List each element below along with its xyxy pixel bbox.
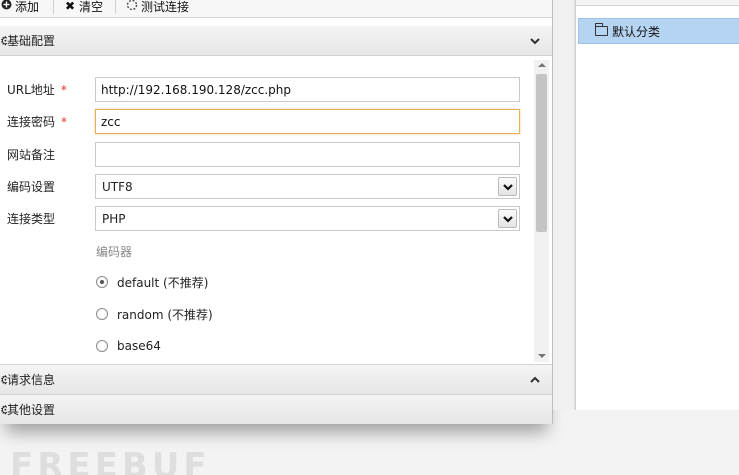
password-label: 连接密码 *	[7, 113, 67, 130]
toolbar-divider	[115, 0, 117, 14]
url-input[interactable]	[95, 77, 520, 102]
watermark: FREEBUF	[10, 446, 211, 475]
category-toolbar	[576, 0, 739, 6]
radio-selected[interactable]	[96, 276, 108, 288]
encoder-option-label: base64	[117, 339, 161, 353]
scrollbar-thumb[interactable]	[536, 74, 547, 232]
encoder-option-label: default (不推荐)	[117, 275, 209, 290]
panel-splitter[interactable]	[553, 0, 575, 410]
connection-type-label: 连接类型	[7, 212, 56, 226]
connection-type-select[interactable]: PHP	[95, 206, 520, 231]
section-request-info-header[interactable]: ⚙ 请求信息	[0, 364, 552, 394]
url-label-text: URL地址	[7, 83, 55, 97]
dialog-toolbar: 添加 ✖ 清空 测试连接	[0, 0, 552, 18]
encoding-label: 编码设置	[7, 180, 56, 194]
category-item-default[interactable]: 默认分类	[578, 18, 739, 44]
chevron-up-icon[interactable]	[528, 373, 542, 387]
test-connection-button[interactable]: 测试连接	[126, 0, 195, 14]
basic-config-form: URL地址 * 连接密码 * 网站备注 编码设置 UTF8 连接类型	[0, 58, 552, 364]
section-request-info-title: 请求信息	[7, 373, 56, 387]
scroll-up-arrow-icon[interactable]	[538, 63, 546, 67]
password-row: 连接密码 *	[0, 109, 530, 134]
note-row: 网站备注	[0, 142, 530, 167]
spinner-icon	[126, 0, 138, 14]
add-button[interactable]: 添加	[0, 0, 45, 14]
password-label-text: 连接密码	[7, 115, 56, 129]
folder-icon	[595, 23, 608, 36]
encoding-select-value: UTF8	[102, 180, 133, 194]
radio-unselected[interactable]	[96, 340, 108, 352]
connection-type-value: PHP	[102, 212, 126, 226]
chevron-down-icon[interactable]	[528, 34, 542, 48]
url-row: URL地址 *	[0, 77, 530, 102]
plus-circle-icon	[0, 0, 12, 13]
url-required-mark: *	[60, 83, 67, 97]
gear-icon: ⚙	[0, 402, 7, 417]
encoding-select[interactable]: UTF8	[95, 174, 520, 199]
encoding-row: 编码设置 UTF8	[0, 174, 530, 199]
encoder-option-label: random (不推荐)	[117, 307, 213, 322]
clear-button[interactable]: ✖ 清空	[64, 0, 109, 14]
radio-unselected[interactable]	[96, 308, 108, 320]
encoder-option-base64[interactable]: base64	[96, 337, 161, 355]
section-basic-config-header[interactable]: ⚙ 基础配置	[0, 26, 552, 56]
gear-icon: ⚙	[0, 372, 7, 387]
section-basic-config-title: 基础配置	[7, 34, 56, 48]
note-label: 网站备注	[7, 148, 56, 162]
section-other-settings-title: 其他设置	[7, 403, 56, 417]
connection-type-row: 连接类型 PHP	[0, 206, 530, 231]
password-input[interactable]	[95, 109, 520, 134]
chevron-down-icon	[498, 209, 517, 228]
section-other-settings-header[interactable]: ⚙ 其他设置	[0, 394, 552, 424]
category-item-label: 默认分类	[612, 24, 661, 39]
gear-icon: ⚙	[0, 33, 7, 48]
encoder-option-random[interactable]: random (不推荐)	[96, 305, 213, 323]
add-shell-dialog: 添加 ✖ 清空 测试连接 ⚙ 基础配置 URL地址 * 连接密码 *	[0, 0, 553, 424]
form-scrollbar[interactable]	[534, 60, 549, 362]
clear-button-label: 清空	[79, 0, 104, 14]
encoder-label: 编码器	[96, 245, 133, 259]
test-connection-label: 测试连接	[141, 0, 190, 14]
close-icon: ✖	[64, 0, 76, 13]
category-panel: 默认分类	[575, 0, 739, 410]
scroll-down-arrow-icon[interactable]	[538, 354, 546, 358]
url-label: URL地址 *	[7, 81, 67, 98]
password-required-mark: *	[61, 115, 68, 129]
chevron-down-icon	[498, 177, 517, 196]
note-input[interactable]	[95, 142, 520, 167]
add-button-label: 添加	[15, 0, 40, 14]
encoder-option-default[interactable]: default (不推荐)	[96, 273, 208, 291]
toolbar-divider	[53, 0, 55, 14]
